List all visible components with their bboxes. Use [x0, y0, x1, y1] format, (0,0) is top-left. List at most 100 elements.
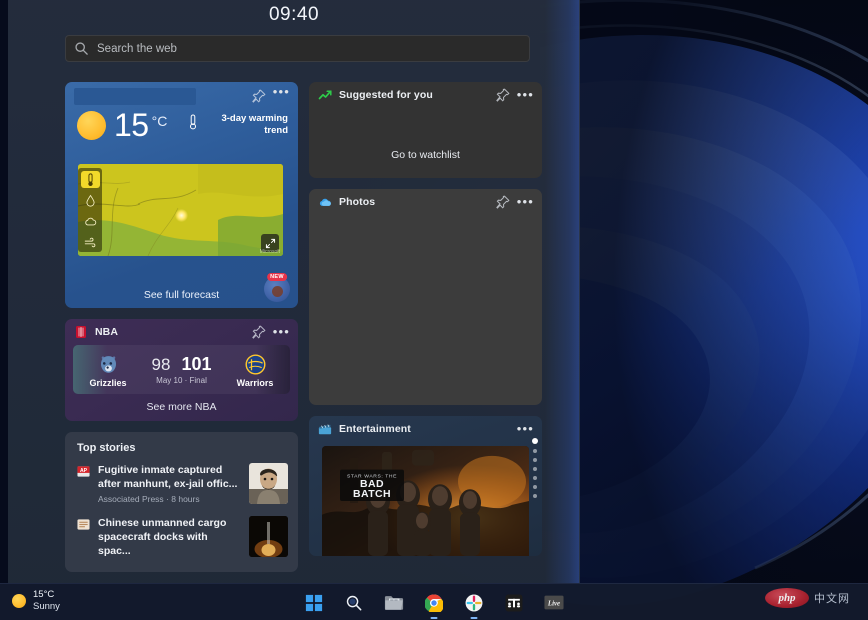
mugshot-thumbnail — [249, 463, 288, 504]
taskbar: 15°C Sunny Live — [0, 583, 868, 620]
story-source: Associated Press · 8 hours — [98, 494, 241, 504]
widgets-panel: 09:40 Search the web ••• 15 °C 3-day war… — [8, 0, 580, 583]
search-input[interactable]: Search the web — [65, 35, 530, 62]
entertainment-widget-title: Entertainment — [339, 423, 411, 435]
weather-map-layer-rail[interactable] — [78, 168, 102, 252]
weather-current: 15 °C 3-day warming trend — [65, 105, 298, 141]
more-options-icon[interactable]: ••• — [273, 325, 290, 338]
weather-new-badge[interactable]: NEW — [264, 273, 290, 302]
teams-button[interactable] — [503, 592, 525, 614]
watermark-logo: php — [765, 588, 809, 608]
pin-icon[interactable] — [495, 194, 511, 210]
bad-batch-poster: STAR WARS: THE BAD BATCH — [322, 446, 529, 556]
chrome-button[interactable] — [423, 592, 445, 619]
cloud-icon — [84, 217, 96, 226]
pin-icon[interactable] — [251, 324, 267, 340]
search-icon — [346, 595, 362, 610]
more-options-icon[interactable]: ••• — [273, 85, 290, 98]
grizzlies-bear-icon — [100, 355, 116, 373]
map-layer-clouds[interactable] — [81, 213, 100, 230]
nba-widget[interactable]: NBA ••• Grizzlies 98 101 May 10 · Final … — [65, 319, 298, 421]
nba-widget-title: NBA — [95, 326, 119, 338]
entertainment-carousel-dots[interactable] — [532, 438, 538, 498]
weather-temperature: 15 — [114, 107, 149, 143]
nba-game-row[interactable]: Grizzlies 98 101 May 10 · Final Warriors — [73, 345, 290, 394]
carousel-dot[interactable] — [533, 467, 537, 471]
map-layer-precipitation[interactable] — [81, 192, 100, 209]
file-explorer-button[interactable] — [383, 592, 405, 614]
entertainment-widget[interactable]: Entertainment ••• STAR WARS: THE BAD BAT… — [309, 416, 542, 556]
suggested-for-you-widget[interactable]: Suggested for you ••• Go to watchlist — [309, 82, 542, 178]
chrome-icon — [425, 594, 443, 612]
new-badge-label: NEW — [267, 273, 287, 281]
slack-button[interactable] — [463, 592, 485, 619]
movie-clapper-icon — [318, 424, 332, 435]
map-layer-wind[interactable] — [81, 234, 100, 251]
windows-bloom-graphic — [540, 0, 868, 620]
warriors-logo-icon — [226, 351, 284, 377]
search-icon — [75, 42, 88, 55]
entertainment-media-card[interactable]: STAR WARS: THE BAD BATCH — [322, 446, 529, 556]
carousel-dot[interactable] — [533, 449, 537, 453]
warriors-circle-icon — [245, 354, 265, 374]
slack-icon — [465, 594, 483, 611]
story-source-name: Associated Press — [98, 494, 164, 504]
list-item[interactable]: Chinese unmanned cargo spacecraft docks … — [65, 516, 298, 570]
more-options-icon[interactable]: ••• — [517, 195, 534, 208]
photos-widget[interactable]: Photos ••• — [309, 189, 542, 405]
carousel-dot[interactable] — [533, 494, 537, 498]
top-stories-widget: Top stories AP Fugitive inmate captured … — [65, 432, 298, 572]
nba-home-team: Warriors — [226, 351, 284, 388]
nba-away-team-name: Grizzlies — [89, 378, 127, 388]
start-button[interactable] — [303, 592, 325, 614]
carousel-dot[interactable] — [533, 485, 537, 489]
carousel-dot-active[interactable] — [532, 438, 538, 444]
panel-edge-fade — [545, 0, 579, 583]
pin-icon[interactable] — [495, 87, 511, 103]
grizzlies-logo-icon — [79, 351, 137, 377]
badge-avatar — [271, 285, 283, 297]
screen: 09:40 Search the web ••• 15 °C 3-day war… — [0, 0, 868, 620]
nba-away-team: Grizzlies — [79, 351, 137, 388]
story-time: 8 hours — [171, 494, 200, 504]
teams-icon — [505, 594, 523, 611]
live-button[interactable]: Live — [543, 592, 565, 614]
watermark: php 中文网 — [765, 588, 850, 608]
story-headline: Fugitive inmate captured after manhunt, … — [98, 464, 238, 490]
poster-logo: STAR WARS: THE BAD BATCH — [340, 469, 404, 501]
nba-see-more-link[interactable]: See more NBA — [65, 401, 298, 413]
svg-text:AP: AP — [80, 468, 88, 474]
svg-text:BATCH: BATCH — [353, 489, 391, 500]
map-layer-temperature[interactable] — [80, 171, 100, 188]
weather-trend-text: 3-day warming trend — [221, 113, 288, 136]
weather-map-location-marker — [175, 209, 188, 222]
expand-arrows-icon — [265, 238, 275, 248]
nba-widget-header: NBA ••• — [65, 319, 298, 345]
widgets-column-left: ••• 15 °C 3-day warming trend Microsoft … — [65, 82, 298, 572]
go-to-watchlist-link[interactable]: Go to watchlist — [309, 149, 542, 161]
pin-icon[interactable] — [251, 88, 267, 104]
nba-logo-icon — [76, 326, 86, 338]
weather-map[interactable]: Microsoft — [78, 164, 283, 256]
list-item[interactable]: AP Fugitive inmate captured after manhun… — [65, 463, 298, 516]
carousel-dot[interactable] — [533, 458, 537, 462]
svg-text:Live: Live — [547, 600, 560, 607]
thermometer-icon — [87, 172, 93, 186]
search-button[interactable] — [343, 592, 365, 614]
carousel-dot[interactable] — [533, 476, 537, 480]
suggested-widget-title: Suggested for you — [339, 89, 433, 101]
story-separator: · — [166, 494, 169, 504]
entertainment-widget-header: Entertainment ••• — [309, 416, 542, 442]
onedrive-cloud-icon — [319, 198, 331, 206]
more-options-icon[interactable]: ••• — [517, 422, 534, 435]
ap-news-icon: AP — [77, 466, 90, 477]
thermometer-icon — [190, 114, 196, 130]
search-placeholder: Search the web — [97, 42, 177, 55]
running-indicator — [430, 616, 438, 619]
windows-logo-icon — [305, 594, 323, 611]
more-options-icon[interactable]: ••• — [517, 88, 534, 101]
nba-home-score: 101 — [181, 354, 212, 374]
widgets-grid: ••• 15 °C 3-day warming trend Microsoft … — [65, 82, 542, 572]
weather-widget[interactable]: ••• 15 °C 3-day warming trend Microsoft … — [65, 82, 298, 308]
weather-see-full-forecast-link[interactable]: See full forecast — [65, 289, 298, 301]
